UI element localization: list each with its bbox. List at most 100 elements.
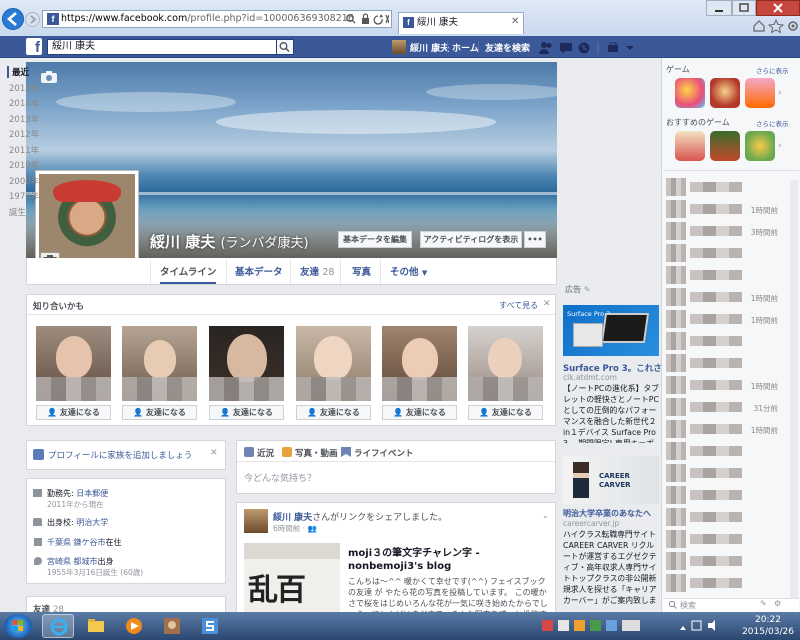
year-item-2000[interactable]: 2000年 — [9, 175, 39, 187]
game-icon-3[interactable] — [745, 78, 775, 108]
chat-contact[interactable] — [666, 354, 778, 374]
messages-icon[interactable] — [560, 43, 572, 54]
friend-requests-icon[interactable] — [539, 42, 552, 54]
chat-contact[interactable]: 1時間前 — [666, 376, 778, 396]
game-icon-4[interactable] — [675, 131, 705, 161]
pymk-photo-1[interactable] — [36, 326, 111, 401]
taskbar-photo-app[interactable] — [156, 614, 188, 638]
pymk-photo-5[interactable] — [382, 326, 457, 401]
nav-profile-link[interactable]: 綏川 康夫 — [410, 41, 449, 54]
link-title[interactable]: moji３の筆文字チャレン字 - nonbemoji3's blog — [348, 547, 552, 573]
tab-about[interactable]: 基本データ — [235, 264, 283, 284]
add-friend-button[interactable]: 👤 友達になる — [382, 405, 457, 420]
facebook-search-input[interactable]: 綏川 康夫 — [47, 39, 277, 55]
year-item-birth[interactable]: 誕生 — [9, 206, 26, 218]
chat-contact[interactable]: 1時間前 — [666, 420, 778, 440]
games-more-link[interactable]: さらに表示 — [756, 65, 789, 75]
chat-contact[interactable]: 1時間前 — [666, 200, 778, 220]
chat-contact[interactable] — [666, 486, 778, 506]
taskbar-explorer[interactable] — [80, 614, 112, 638]
chat-contact[interactable] — [666, 552, 778, 572]
year-item-recent[interactable]: 最近 — [7, 66, 29, 78]
post-author-avatar[interactable] — [244, 509, 268, 533]
post-author-link[interactable]: 綏川 康夫 — [273, 513, 312, 523]
taskbar-ie[interactable] — [42, 614, 74, 638]
family-close-icon[interactable]: ✕ — [210, 448, 218, 458]
maximize-button[interactable] — [732, 0, 756, 16]
family-prompt-link[interactable]: プロフィールに家族を追加しましょう — [48, 449, 192, 461]
chat-contact[interactable] — [666, 574, 778, 594]
add-friend-button[interactable]: 👤 友達になる — [36, 405, 111, 420]
pymk-see-all-link[interactable]: すべて見る — [499, 300, 538, 311]
chat-contact[interactable] — [666, 244, 778, 264]
pymk-close-icon[interactable]: ✕ — [543, 299, 551, 309]
chat-contact[interactable]: 31分前 — [666, 398, 778, 418]
privacy-shortcuts-icon[interactable] — [608, 42, 618, 52]
system-tray[interactable] — [540, 617, 730, 635]
add-friend-button[interactable]: 👤 友達になる — [296, 405, 371, 420]
chat-contact[interactable] — [666, 332, 778, 352]
game-icon-5[interactable] — [710, 131, 740, 161]
tab-timeline[interactable]: タイムライン — [160, 264, 217, 284]
browser-tab[interactable]: 綏川 康夫 — [398, 12, 524, 34]
year-item-2014[interactable]: 2014年 — [9, 97, 39, 109]
year-item-2010[interactable]: 2010年 — [9, 159, 39, 171]
chat-contact[interactable] — [666, 508, 778, 528]
composer-tab-photo[interactable]: 写真・動画 — [295, 447, 338, 459]
work-place-link[interactable]: 日本郵便 — [76, 489, 108, 498]
sidebar-scrollbar[interactable] — [790, 180, 798, 600]
from-link[interactable]: 宮崎県 都城市 — [47, 557, 98, 566]
activity-log-button[interactable]: アクティビティログを表示 — [420, 231, 522, 248]
chat-contact[interactable]: 3時間前 — [666, 222, 778, 242]
year-item-2012[interactable]: 2012年 — [9, 128, 39, 140]
facebook-logo-icon[interactable]: f — [26, 38, 42, 56]
pymk-photo-6[interactable] — [468, 326, 543, 401]
recommended-games-title[interactable]: おすすめのゲーム — [666, 117, 730, 128]
chat-contact[interactable]: 1時間前 — [666, 310, 778, 330]
composer-tab-status[interactable]: 近況 — [257, 447, 274, 459]
minimize-button[interactable] — [706, 0, 732, 16]
back-button[interactable] — [2, 8, 24, 30]
start-button[interactable] — [4, 614, 32, 638]
game-icon-1[interactable] — [675, 78, 705, 108]
game-icon-6[interactable] — [745, 131, 775, 161]
nav-home-link[interactable]: ホーム — [452, 41, 479, 54]
tab-more[interactable]: その他 ▼ — [390, 264, 427, 284]
ad-choices-icon[interactable]: ✎ — [584, 285, 591, 294]
chat-contact[interactable]: 1時間前 — [666, 288, 778, 308]
chat-edit-icon[interactable]: ✎ — [760, 599, 767, 608]
add-friend-button[interactable]: 👤 友達になる — [468, 405, 543, 420]
chat-contact[interactable] — [666, 442, 778, 462]
taskbar-media-player[interactable] — [118, 614, 150, 638]
games-title[interactable]: ゲーム — [666, 64, 690, 75]
chat-search-input[interactable]: 検索 — [680, 600, 696, 611]
ad1-image[interactable]: Surface Pro 3 — [563, 305, 659, 356]
composer-tab-life-event[interactable]: ライフイベント — [354, 447, 414, 459]
lives-link[interactable]: 千葉県 鎌ケ谷市 — [47, 538, 106, 547]
taskbar-clock[interactable]: 20:22 2015/03/26 — [736, 614, 800, 638]
account-menu-icon[interactable] — [626, 46, 634, 50]
facebook-search-button[interactable] — [277, 39, 294, 55]
address-bar[interactable]: https://www.facebook.com/profile.php?id=… — [42, 10, 392, 28]
year-item-2015[interactable]: 2015年 — [9, 82, 39, 94]
browser-toolbar-icons[interactable] — [752, 19, 800, 33]
school-link[interactable]: 明治大学 — [76, 518, 108, 527]
recommended-next-icon[interactable]: › — [778, 141, 782, 151]
pymk-photo-4[interactable] — [296, 326, 371, 401]
taskbar-app-s[interactable] — [194, 614, 226, 638]
chat-contact[interactable] — [666, 464, 778, 484]
notifications-globe-icon[interactable] — [578, 42, 590, 54]
year-item-2013[interactable]: 2013年 — [9, 113, 39, 125]
recommended-more-link[interactable]: さらに表示 — [756, 118, 789, 128]
tab-photos[interactable]: 写真 — [352, 264, 371, 284]
address-bar-actions[interactable] — [345, 12, 390, 26]
pymk-photo-3[interactable] — [209, 326, 284, 401]
ad2-image[interactable]: CAREER CARVER — [563, 456, 659, 504]
tab-friends[interactable]: 友達 28 — [300, 264, 334, 284]
profile-name[interactable]: 綏川 康夫 (ランバダ康夫) — [150, 231, 309, 252]
chat-contact[interactable] — [666, 178, 778, 198]
ad2-title-link[interactable]: 明治大学卒業のあなたへ — [563, 508, 661, 519]
post-time[interactable]: 6時間前 · 👥 — [273, 523, 317, 534]
nav-avatar[interactable] — [392, 40, 406, 54]
close-window-button[interactable] — [756, 0, 800, 16]
